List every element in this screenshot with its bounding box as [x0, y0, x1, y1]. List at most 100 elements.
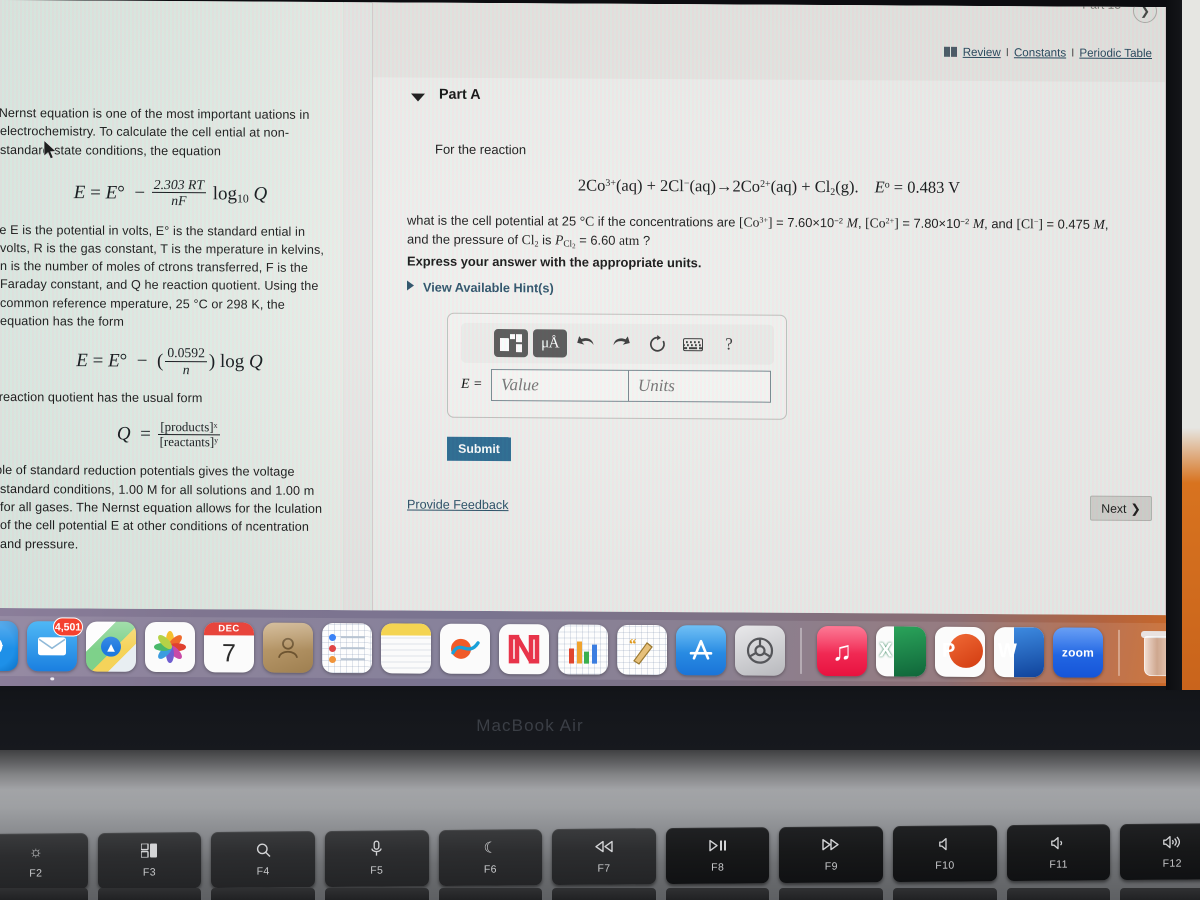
dock-strip: ✦ 4,501 ▲ [0, 616, 1166, 684]
caret-down-icon[interactable] [411, 93, 425, 102]
dock-divider-2 [1118, 629, 1120, 676]
brightness-up-key[interactable]: ☼ F2 [0, 833, 88, 890]
value-input[interactable] [491, 368, 628, 402]
reset-button[interactable] [639, 329, 675, 359]
dock-calendar[interactable]: DEC 7 [204, 622, 254, 673]
dock-powerpoint[interactable]: P [935, 626, 985, 678]
dock-trash[interactable] [1135, 628, 1166, 678]
nernst-equation-25c: E = E° − (0.0592 n) log Q [76, 345, 263, 378]
fkey-label: F10 [935, 859, 955, 872]
key-top-edge[interactable] [438, 888, 543, 900]
do-not-disturb-key[interactable]: ☾ F6 [438, 829, 543, 887]
view-hints-toggle[interactable]: View Available Hint(s) [407, 280, 554, 295]
key-top-edge[interactable] [324, 888, 429, 900]
volume-up-key[interactable]: F12 [1120, 823, 1200, 881]
undo-arrow-icon [576, 336, 593, 346]
key-top-edge[interactable] [893, 888, 997, 900]
bookmark-icon [943, 46, 957, 57]
macbook-model-label: MacBook Air [476, 716, 584, 735]
eq1-numerator: 2.303 RT [153, 176, 204, 193]
spotlight-search-key[interactable]: F4 [211, 831, 315, 889]
provide-feedback-link[interactable]: Provide Feedback [407, 497, 509, 512]
key-top-edge[interactable] [1006, 888, 1111, 900]
eq2-numerator: 0.0592 [167, 345, 205, 361]
key-top-edge[interactable] [1120, 888, 1200, 900]
play-pause-key[interactable]: F8 [665, 827, 770, 885]
mute-icon [939, 836, 951, 852]
dock-freeform[interactable] [440, 623, 490, 674]
calendar-month-label: DEC [204, 622, 254, 636]
dock-system-settings[interactable] [735, 625, 785, 676]
key-top-edge[interactable] [665, 888, 770, 900]
eq3-numerator: [products]ˣ [160, 419, 218, 435]
constants-link[interactable]: Constants [1014, 46, 1066, 59]
mute-key[interactable]: F10 [893, 825, 997, 883]
question-mid: if the concentrations are [594, 213, 739, 230]
moon-icon: ☾ [483, 839, 498, 857]
dock-contacts[interactable] [263, 622, 313, 673]
unit-symbol-button[interactable]: μÅ [533, 329, 567, 358]
redo-button[interactable] [603, 329, 639, 359]
powerpoint-label: P [942, 639, 956, 662]
dock-excel[interactable]: X [876, 626, 926, 677]
help-button[interactable]: ? [711, 329, 747, 359]
dock-word[interactable]: W [994, 627, 1044, 678]
fkey-label: F6 [483, 863, 497, 876]
previous-track-key[interactable]: F7 [552, 828, 656, 886]
next-track-key[interactable]: F9 [779, 826, 884, 884]
dock-numbers[interactable] [558, 624, 608, 675]
math-template-button[interactable] [494, 329, 528, 358]
volume-down-key[interactable]: F11 [1006, 824, 1111, 882]
units-input[interactable] [628, 369, 771, 403]
dock-app-store[interactable] [676, 625, 726, 676]
pressure-mid: is [538, 231, 556, 247]
part-header-bar[interactable]: Part A [373, 79, 1165, 121]
for-the-reaction-label: For the reaction [435, 141, 527, 158]
key-top-edge[interactable] [97, 888, 202, 900]
key-top-edge[interactable] [779, 888, 884, 900]
answer-entry-box: μÅ ? E = Value Units [447, 312, 787, 420]
dock-news[interactable] [499, 624, 549, 675]
review-link[interactable]: Review [963, 46, 1001, 59]
key-top-edge[interactable] [211, 888, 315, 900]
answer-field-label: E = [461, 376, 483, 392]
dock-music[interactable]: ♫ [817, 625, 867, 677]
eq1-denominator: nF [151, 192, 206, 209]
key-top-edge[interactable] [552, 888, 656, 900]
dock-zoom[interactable]: zoom [1053, 627, 1103, 678]
periodic-table-link[interactable]: Periodic Table [1079, 47, 1152, 60]
word-label: W [998, 640, 1017, 663]
dock-notes[interactable] [381, 623, 431, 674]
next-label: Next [1101, 501, 1127, 516]
undo-button[interactable] [567, 328, 603, 358]
dock-pages[interactable]: “ [617, 624, 667, 676]
fkey-label: F8 [711, 861, 725, 874]
next-button[interactable]: Next ❯ [1090, 495, 1152, 522]
keyboard-button[interactable] [675, 329, 711, 359]
chevron-right-icon[interactable]: ❯ [1133, 0, 1157, 24]
number-key-row-top-edge [0, 888, 1200, 900]
brightness-icon: ☼ [28, 842, 43, 861]
play-pause-icon [708, 838, 727, 854]
submit-button[interactable]: Submit [447, 436, 511, 462]
dictation-key[interactable]: F5 [324, 830, 429, 888]
template-grid-icon [500, 333, 522, 353]
dock-reminders[interactable] [322, 622, 372, 674]
dock-maps[interactable]: ▲ [86, 621, 136, 672]
fkey-label: F9 [824, 860, 838, 873]
dock-photos[interactable] [145, 621, 195, 673]
math-toolbar: μÅ ? [461, 322, 774, 365]
problem-card: Part 15 ❯ Review I Constants I Periodic Tabl… [372, 0, 1166, 617]
answer-field-row: E = [461, 368, 771, 403]
and-word: , and [984, 216, 1017, 232]
mission-control-key[interactable]: F3 [97, 832, 202, 890]
calendar-day-label: 7 [222, 639, 236, 668]
dock-safari[interactable]: ✦ [0, 620, 18, 672]
card-top-strip [373, 2, 1165, 83]
caret-right-icon [407, 280, 414, 291]
key-top-edge[interactable] [0, 888, 88, 900]
dock-mail[interactable]: 4,501 [27, 617, 83, 681]
link-separator-1: I [1005, 46, 1009, 60]
chemical-reaction-equation: 2Co3+(aq) + 2Cl−(aq)→2Co2+(aq) + Cl2(g).… [577, 175, 961, 198]
pressure-prefix: and the pressure of [407, 231, 522, 247]
